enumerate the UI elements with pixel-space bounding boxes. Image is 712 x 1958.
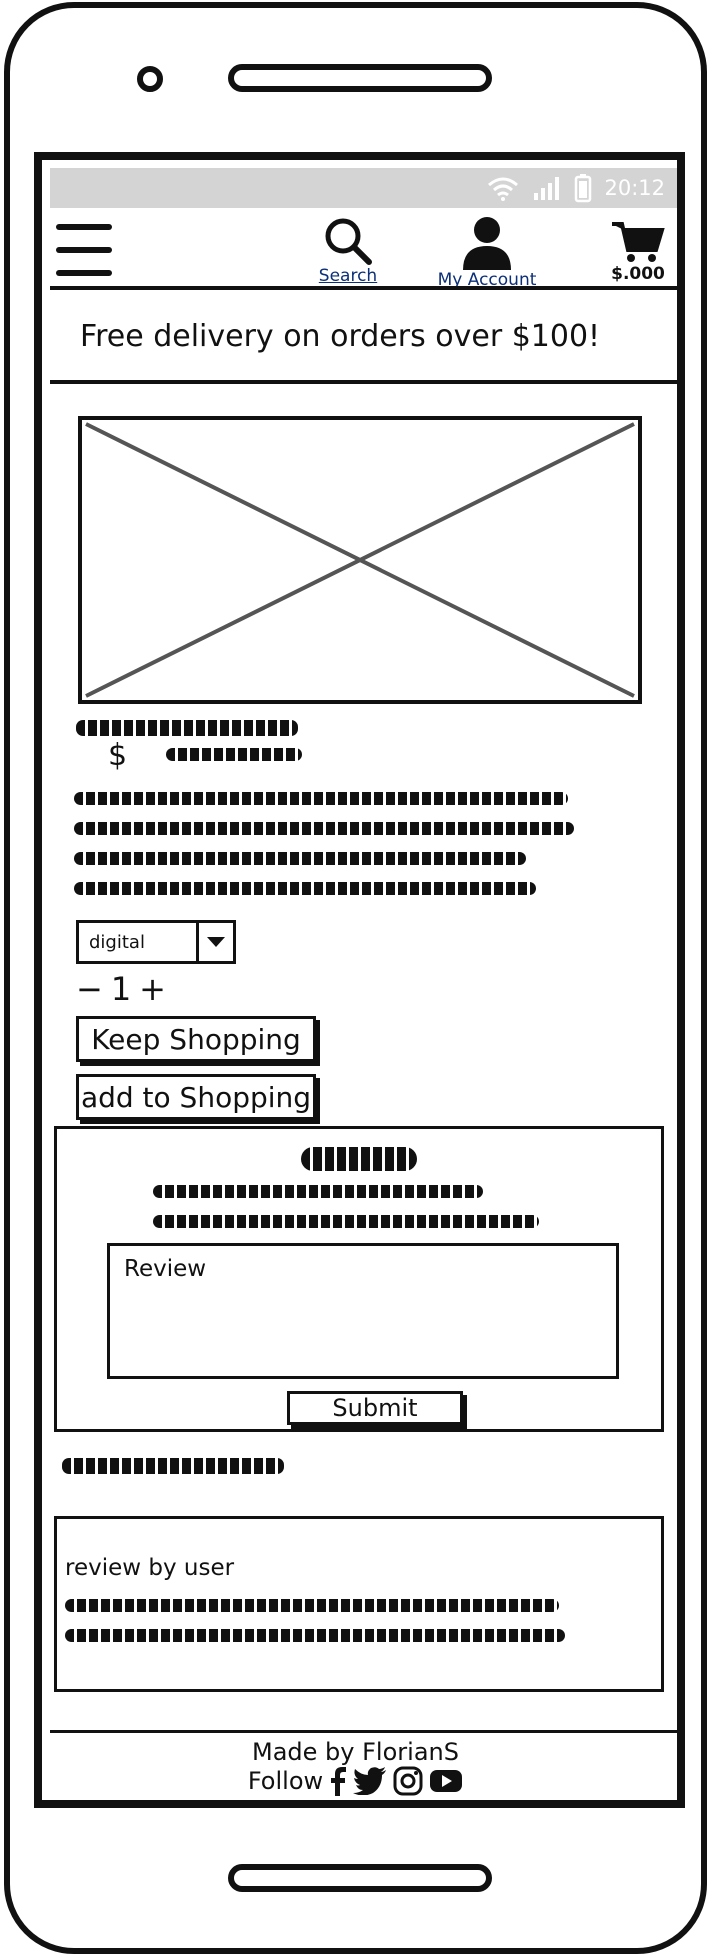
review-form-instruction [153, 1215, 539, 1228]
speaker-grille [228, 64, 492, 92]
footer-made-by: Made by FlorianS [252, 1738, 459, 1766]
youtube-icon[interactable] [429, 1768, 463, 1794]
follow-label: Follow [247, 1767, 324, 1795]
review-text-line [65, 1629, 565, 1642]
signal-icon [534, 177, 560, 200]
description-line [74, 792, 568, 805]
review-card: review by user [54, 1516, 664, 1692]
status-time: 20:12 [604, 176, 665, 200]
quantity-stepper: − 1 + [76, 970, 166, 1008]
facebook-icon[interactable] [329, 1766, 347, 1796]
cart-nav[interactable]: $.000 [602, 220, 674, 286]
cart-total: $.000 [611, 264, 665, 284]
search-nav[interactable]: Search [306, 216, 390, 286]
account-nav[interactable]: My Account [432, 216, 542, 290]
description-line [74, 852, 526, 865]
review-text-line [65, 1599, 559, 1612]
promo-banner: Free delivery on orders over $100! [50, 292, 677, 384]
hamburger-icon[interactable] [56, 224, 116, 276]
status-bar: 20:12 [50, 168, 677, 208]
user-icon [463, 217, 511, 270]
reviews-heading [62, 1458, 284, 1474]
price-symbol: $ [108, 738, 128, 773]
screen: 20:12 Search My Account $.000 Free deliv… [34, 152, 685, 1808]
review-author: review by user [65, 1555, 235, 1581]
review-form-heading [301, 1147, 417, 1171]
quantity-increment-button[interactable]: + [139, 970, 166, 1008]
header-divider [50, 286, 677, 290]
wifi-icon [488, 177, 519, 201]
product-price [166, 748, 302, 761]
variant-select[interactable]: digital [76, 920, 236, 964]
quantity-decrement-button[interactable]: − [76, 970, 103, 1008]
search-icon [325, 218, 372, 265]
variant-select-value: digital [89, 931, 145, 953]
review-form: Submit [54, 1126, 664, 1432]
search-link[interactable]: Search [306, 266, 390, 286]
camera-icon [137, 66, 163, 92]
image-placeholder-icon [85, 422, 635, 698]
product-image [78, 416, 642, 704]
banner-text: Free delivery on orders over $100! [80, 318, 601, 354]
chevron-down-icon[interactable] [196, 923, 233, 961]
description-line [74, 882, 536, 895]
keep-shopping-button[interactable]: Keep Shopping [76, 1016, 316, 1062]
product-title [76, 720, 298, 736]
cart-icon [612, 222, 665, 262]
instagram-icon[interactable] [393, 1766, 423, 1796]
description-line [74, 822, 574, 835]
twitter-icon[interactable] [353, 1767, 387, 1795]
home-button[interactable] [228, 1864, 492, 1892]
status-icons: 20:12 [486, 168, 665, 208]
battery-icon [575, 174, 592, 203]
review-textarea[interactable] [107, 1243, 619, 1379]
footer-divider [50, 1730, 677, 1733]
submit-button[interactable]: Submit [287, 1391, 463, 1425]
footer-follow: Follow [42, 1766, 669, 1796]
quantity-value: 1 [110, 970, 132, 1008]
review-form-instruction [153, 1185, 483, 1198]
add-to-cart-button[interactable]: add to Shopping [76, 1074, 316, 1120]
